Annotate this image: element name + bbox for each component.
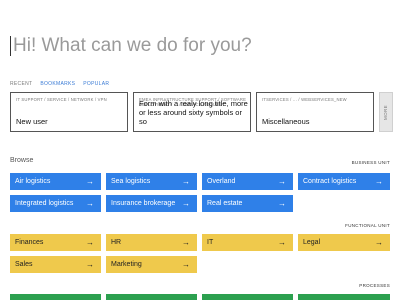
tile-label: Sea logistics bbox=[111, 178, 151, 185]
tab-recent[interactable]: RECENT bbox=[10, 81, 32, 87]
card-path: ITSERVICES / ... / WEBSERVICES_NEW bbox=[262, 97, 347, 102]
browse-title: Browse bbox=[10, 157, 34, 164]
tile-sea-logistics[interactable]: Sea logistics → bbox=[106, 173, 197, 190]
arrow-right-icon: → bbox=[86, 198, 94, 208]
tile-label: Finances bbox=[15, 239, 44, 246]
tile-label: IT bbox=[207, 239, 214, 246]
card-title: New user bbox=[16, 117, 48, 126]
tile-process[interactable] bbox=[10, 294, 101, 300]
arrow-right-icon: → bbox=[182, 259, 190, 269]
tile-label: Overland bbox=[207, 178, 236, 185]
unit-label-functional: FUNCTIONAL UNIT bbox=[345, 223, 390, 228]
search-bar[interactable] bbox=[10, 34, 390, 58]
tile-label: Sales bbox=[15, 261, 33, 268]
tab-popular[interactable]: POPULAR bbox=[83, 81, 109, 87]
tab-bookmarks[interactable]: BOOKMARKS bbox=[40, 81, 75, 87]
tile-label: Legal bbox=[303, 239, 321, 246]
recent-card[interactable]: ITSERVICES / ... / WEBSERVICES_NEW Misce… bbox=[256, 92, 374, 132]
tile-label: HR bbox=[111, 239, 122, 246]
tile-hr[interactable]: HR → bbox=[106, 234, 197, 251]
arrow-right-icon: → bbox=[86, 237, 94, 247]
text-caret bbox=[10, 36, 11, 56]
tile-real-estate[interactable]: Real estate → bbox=[202, 195, 293, 212]
arrow-right-icon: → bbox=[278, 176, 286, 186]
arrow-right-icon: → bbox=[182, 198, 190, 208]
more-button[interactable]: MORE bbox=[379, 92, 393, 132]
tile-air-logistics[interactable]: Air logistics → bbox=[10, 173, 101, 190]
arrow-right-icon: → bbox=[375, 237, 383, 247]
tile-label: Marketing bbox=[111, 261, 142, 268]
arrow-right-icon: → bbox=[278, 198, 286, 208]
tile-integrated-logistics[interactable]: Integrated logistics → bbox=[10, 195, 101, 212]
tile-label: Contract logistics bbox=[303, 178, 357, 185]
tile-legal[interactable]: Legal → bbox=[298, 234, 390, 251]
tile-process[interactable] bbox=[106, 294, 197, 300]
arrow-right-icon: → bbox=[375, 176, 383, 186]
more-label: MORE bbox=[383, 104, 389, 120]
arrow-right-icon: → bbox=[86, 259, 94, 269]
unit-label-processes: PROCESSES bbox=[359, 283, 390, 288]
recent-cards: IT SUPPORT / SERVICE / NETWORK / VPN New… bbox=[10, 92, 393, 132]
unit-label-business: BUSINESS UNIT bbox=[351, 160, 390, 165]
card-path: IT SUPPORT / SERVICE / NETWORK / VPN bbox=[16, 97, 107, 102]
arrow-right-icon: → bbox=[86, 176, 94, 186]
arrow-right-icon: → bbox=[278, 237, 286, 247]
card-title: Form with a realy long title, more or le… bbox=[139, 99, 248, 126]
card-title: Miscellaneous bbox=[262, 117, 310, 126]
tile-label: Insurance brokerage bbox=[111, 200, 176, 207]
tile-marketing[interactable]: Marketing → bbox=[106, 256, 197, 273]
tile-overland[interactable]: Overland → bbox=[202, 173, 293, 190]
tile-process[interactable] bbox=[298, 294, 390, 300]
tile-contract-logistics[interactable]: Contract logistics → bbox=[298, 173, 390, 190]
tile-finances[interactable]: Finances → bbox=[10, 234, 101, 251]
collection-tabs: RECENT BOOKMARKS POPULAR bbox=[10, 81, 109, 87]
tile-label: Integrated logistics bbox=[15, 200, 74, 207]
recent-card[interactable]: IT SUPPORT / SERVICE / NETWORK / VPN New… bbox=[10, 92, 128, 132]
arrow-right-icon: → bbox=[182, 237, 190, 247]
tile-it[interactable]: IT → bbox=[202, 234, 293, 251]
tile-label: Real estate bbox=[207, 200, 243, 207]
search-input[interactable] bbox=[13, 35, 373, 57]
tile-sales[interactable]: Sales → bbox=[10, 256, 101, 273]
recent-card[interactable]: EMEA INFRASTRUCTURE SUPPORT / SOFTWARE D… bbox=[133, 92, 251, 132]
tile-insurance-brokerage[interactable]: Insurance brokerage → bbox=[106, 195, 197, 212]
arrow-right-icon: → bbox=[182, 176, 190, 186]
tile-process[interactable] bbox=[202, 294, 293, 300]
tile-label: Air logistics bbox=[15, 178, 51, 185]
